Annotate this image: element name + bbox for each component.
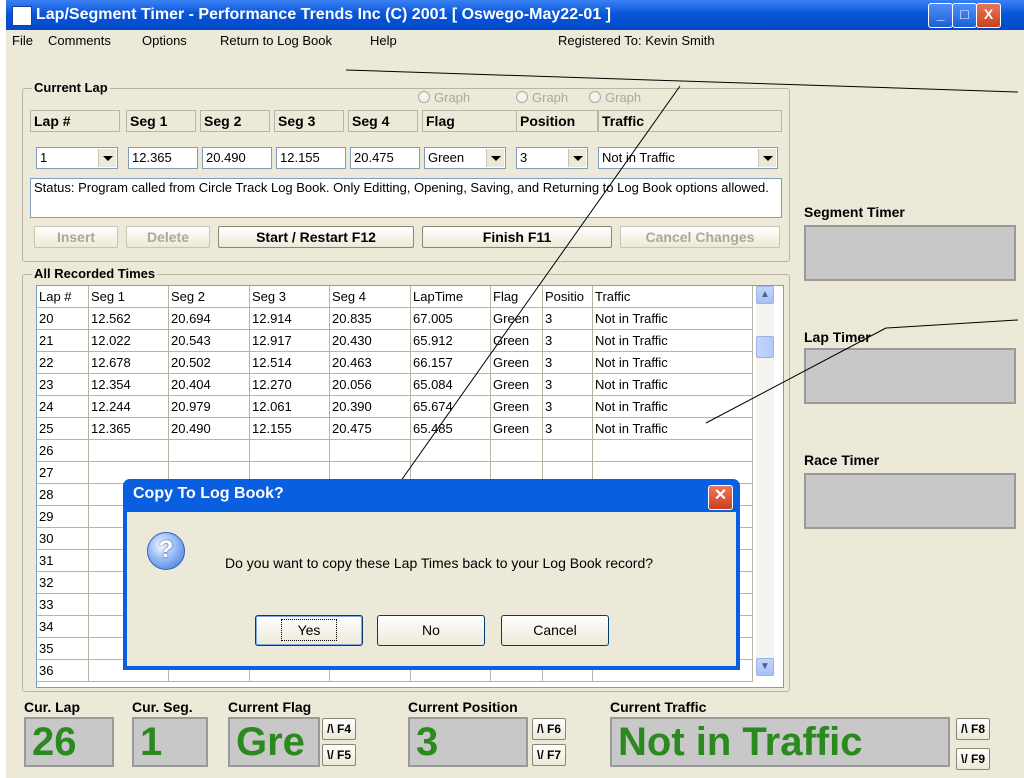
dialog-title: Copy To Log Book? bbox=[133, 485, 284, 502]
yes-button[interactable]: Yes bbox=[255, 615, 363, 646]
callout-line-menu bbox=[345, 69, 1019, 93]
cancel-button[interactable]: Cancel bbox=[501, 615, 609, 646]
question-icon: ? bbox=[147, 532, 185, 570]
copy-to-log-book-dialog: Copy To Log Book? ✕ ? Do you want to cop… bbox=[123, 479, 740, 670]
callout-line-lap-timer bbox=[705, 327, 887, 424]
dialog-close-icon[interactable]: ✕ bbox=[708, 485, 733, 510]
app-window: Lap/Segment Timer - Performance Trends I… bbox=[6, 0, 1024, 778]
dialog-body: ? Do you want to copy these Lap Times ba… bbox=[127, 512, 736, 666]
no-button[interactable]: No bbox=[377, 615, 485, 646]
yes-button-label: Yes bbox=[280, 619, 338, 641]
callout-line-lap-timer-top bbox=[885, 319, 1019, 329]
dialog-message: Do you want to copy these Lap Times back… bbox=[225, 555, 654, 571]
